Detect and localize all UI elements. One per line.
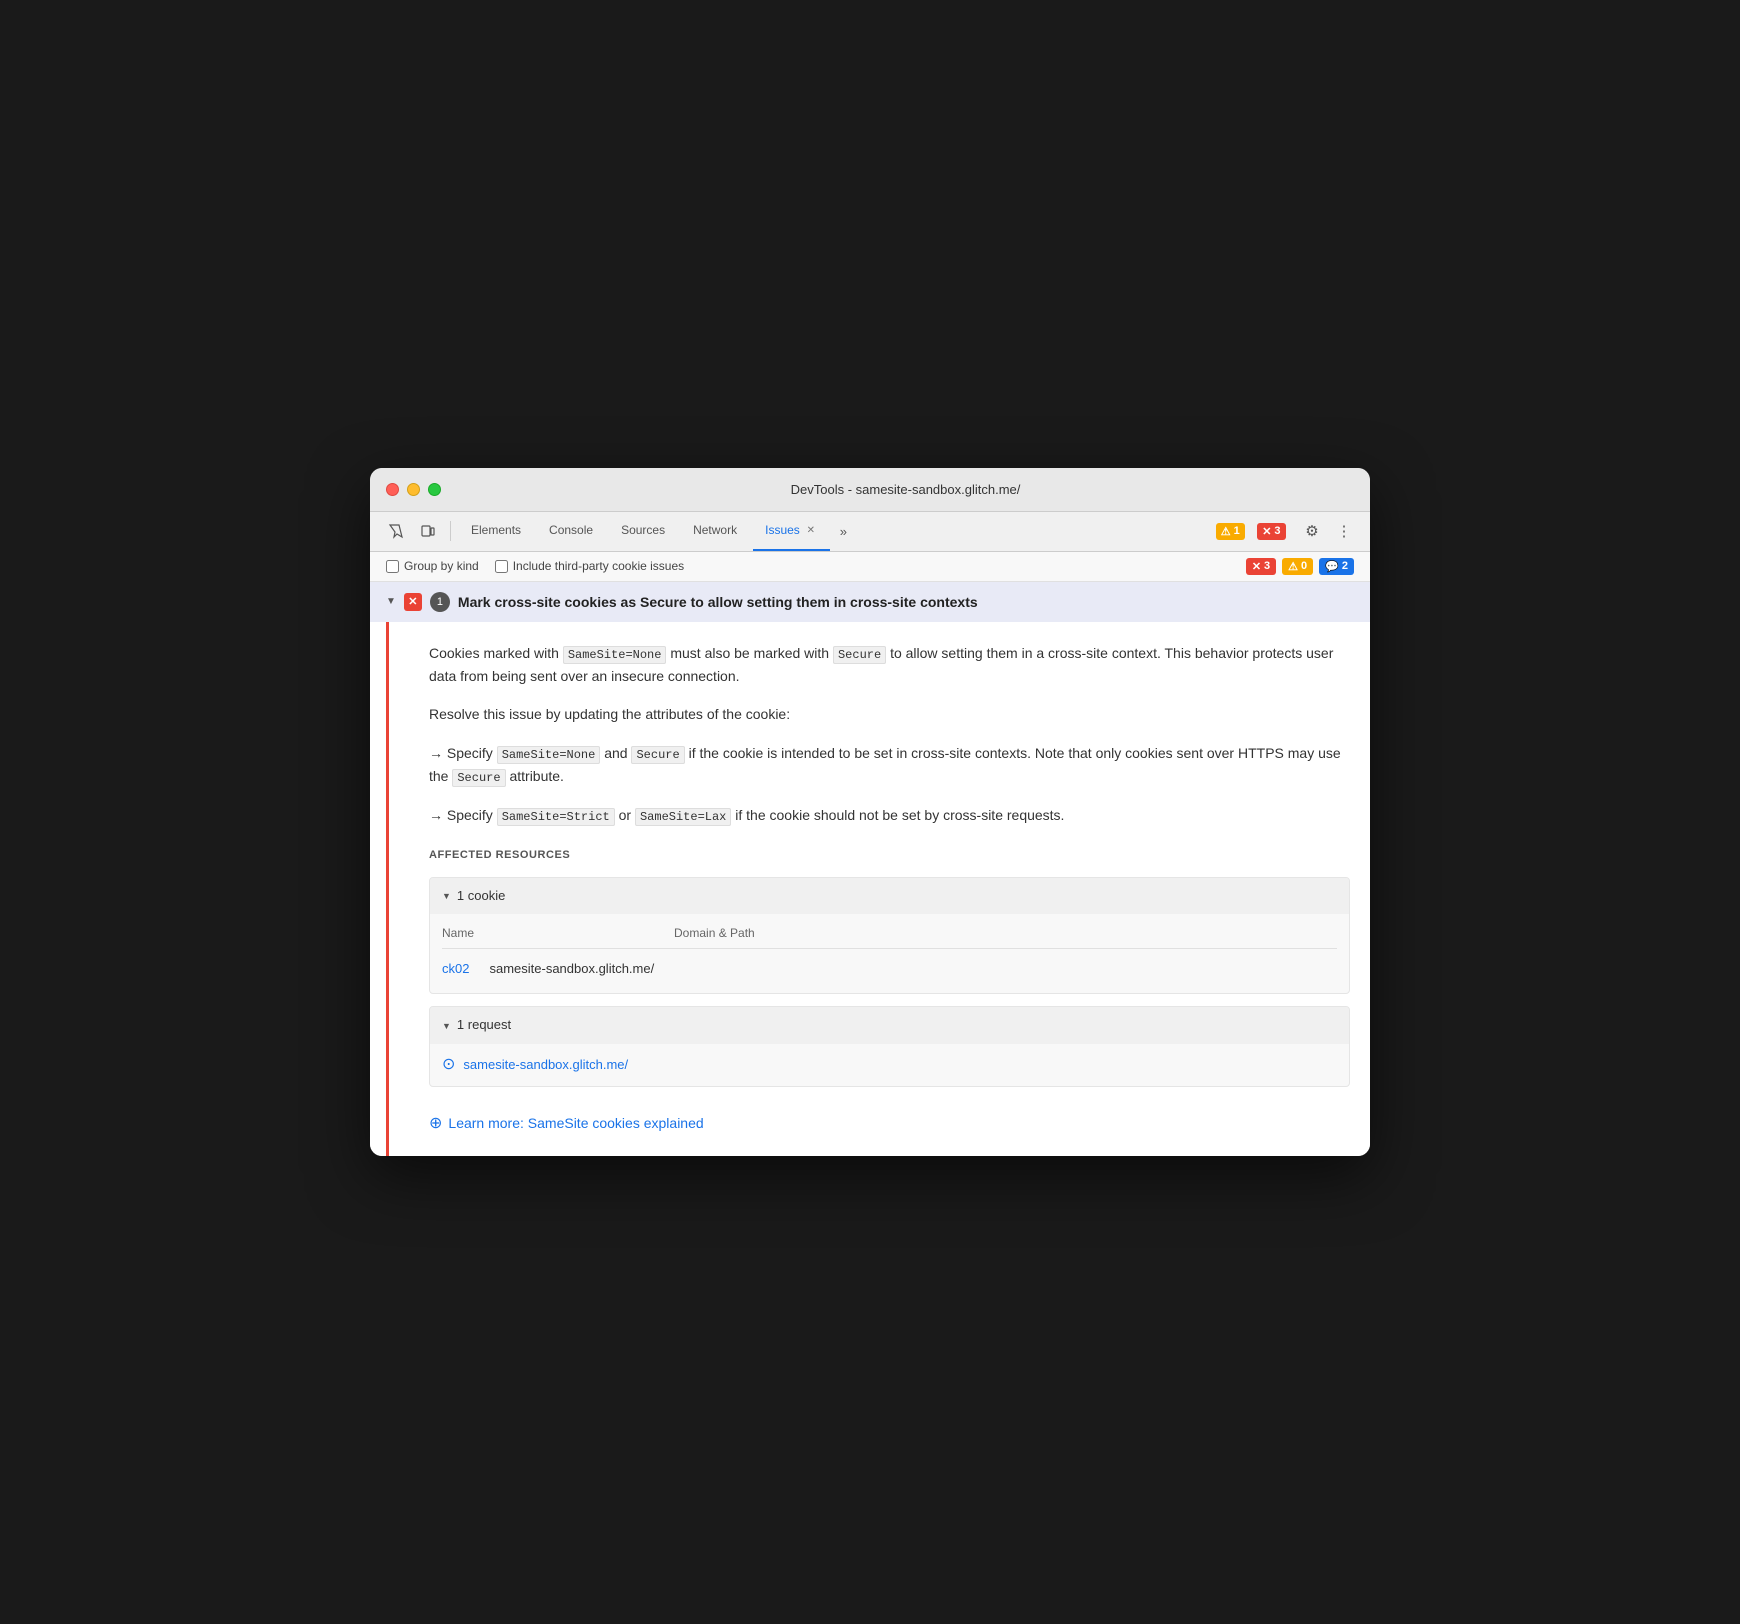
code-secure-1: Secure	[833, 646, 886, 664]
request-expand-arrow: ▼	[442, 1019, 451, 1033]
code-secure-3: Secure	[452, 769, 505, 787]
content-area: ▼ ✕ 1 Mark cross-site cookies as Secure …	[370, 582, 1370, 1157]
issue-expand-arrow: ▼	[386, 596, 396, 607]
affected-resources-label: AFFECTED RESOURCES	[429, 847, 1350, 865]
issue-body: Cookies marked with SameSite=None must a…	[386, 622, 1370, 1157]
minimize-button[interactable]	[407, 483, 420, 496]
info-count-icon: 💬	[1325, 560, 1339, 573]
request-url-link[interactable]: samesite-sandbox.glitch.me/	[463, 1055, 628, 1076]
error-count-badge: ✕ 3	[1246, 558, 1276, 575]
device-toggle-icon[interactable]	[414, 517, 442, 545]
request-row: ⊙ samesite-sandbox.glitch.me/	[430, 1044, 1349, 1086]
traffic-lights	[386, 483, 441, 496]
warning-count-badge: ⚠ 0	[1282, 558, 1313, 575]
request-icon: ⊙	[442, 1052, 455, 1078]
tab-bar: Elements Console Sources Network Issues …	[370, 512, 1370, 552]
tab-close-icon[interactable]: ✕	[804, 523, 818, 537]
cookie-table: Name Domain & Path ck02 samesite-sandbox…	[430, 914, 1349, 993]
error-badge[interactable]: ✕ 3	[1257, 523, 1285, 540]
cookie-expand-arrow: ▼	[442, 889, 451, 903]
issue-section: ▼ ✕ 1 Mark cross-site cookies as Secure …	[370, 582, 1370, 1157]
tab-sources[interactable]: Sources	[609, 511, 677, 551]
warning-icon: ⚠	[1221, 525, 1231, 538]
request-section-header[interactable]: ▼ 1 request	[430, 1007, 1349, 1044]
issue-error-badge: ✕	[404, 593, 422, 611]
learn-more-section: ⊕ Learn more: SameSite cookies explained	[429, 1103, 1350, 1137]
settings-icon[interactable]: ⚙	[1298, 517, 1326, 545]
learn-more-link[interactable]: Learn more: SameSite cookies explained	[448, 1112, 703, 1134]
include-third-party-label[interactable]: Include third-party cookie issues	[495, 559, 684, 573]
code-samesite-none-2: SameSite=None	[497, 746, 601, 764]
more-options-icon[interactable]: ⋮	[1330, 517, 1358, 545]
code-samesite-lax: SameSite=Lax	[635, 808, 731, 826]
warning-count-icon: ⚠	[1288, 560, 1298, 573]
issue-resolve-text: Resolve this issue by updating the attri…	[429, 703, 1350, 725]
title-bar: DevTools - samesite-sandbox.glitch.me/	[370, 468, 1370, 512]
issue-title: Mark cross-site cookies as Secure to all…	[458, 594, 978, 610]
maximize-button[interactable]	[428, 483, 441, 496]
tab-network[interactable]: Network	[681, 511, 749, 551]
devtools-window: DevTools - samesite-sandbox.glitch.me/ E…	[370, 468, 1370, 1157]
issue-count: 1	[430, 592, 450, 612]
cookie-row: ck02 samesite-sandbox.glitch.me/	[442, 955, 1337, 984]
warning-badge[interactable]: ⚠ 1	[1216, 523, 1245, 540]
error-count-icon: ✕	[1252, 560, 1261, 573]
cookie-section-header[interactable]: ▼ 1 cookie	[430, 878, 1349, 915]
group-by-kind-checkbox[interactable]	[386, 560, 399, 573]
group-by-kind-label[interactable]: Group by kind	[386, 559, 479, 573]
tab-elements[interactable]: Elements	[459, 511, 533, 551]
tab-console[interactable]: Console	[537, 511, 605, 551]
cookie-domain: samesite-sandbox.glitch.me/	[489, 959, 654, 980]
issue-header[interactable]: ▼ ✕ 1 Mark cross-site cookies as Secure …	[370, 582, 1370, 622]
cookie-table-header: Name Domain & Path	[442, 920, 1337, 948]
code-samesite-none-1: SameSite=None	[563, 646, 667, 664]
window-title: DevTools - samesite-sandbox.glitch.me/	[457, 482, 1354, 497]
info-count-badge: 💬 2	[1319, 558, 1354, 575]
more-tabs-button[interactable]: »	[834, 524, 853, 539]
issue-description: Cookies marked with SameSite=None must a…	[429, 642, 1350, 688]
issue-point-2: → Specify SameSite=Strict or SameSite=La…	[429, 804, 1350, 827]
inspect-icon[interactable]	[382, 517, 410, 545]
cookie-resource-section: ▼ 1 cookie Name Domain & Path ck02 sames…	[429, 877, 1350, 995]
include-third-party-checkbox[interactable]	[495, 560, 508, 573]
request-resource-section: ▼ 1 request ⊙ samesite-sandbox.glitch.me…	[429, 1006, 1350, 1086]
error-icon: ✕	[1262, 525, 1271, 538]
issue-error-icon: ✕	[408, 595, 417, 608]
affected-resources: AFFECTED RESOURCES ▼ 1 cookie Name Domai…	[429, 847, 1350, 1136]
code-samesite-strict: SameSite=Strict	[497, 808, 615, 826]
learn-more-icon: ⊕	[429, 1111, 442, 1137]
filter-bar: Group by kind Include third-party cookie…	[370, 552, 1370, 582]
issue-point-1: → Specify SameSite=None and Secure if th…	[429, 742, 1350, 788]
toolbar-divider	[450, 521, 451, 541]
issues-counts: ✕ 3 ⚠ 0 💬 2	[1246, 558, 1354, 575]
close-button[interactable]	[386, 483, 399, 496]
cookie-name-link[interactable]: ck02	[442, 959, 469, 980]
tab-issues[interactable]: Issues ✕	[753, 511, 830, 551]
code-secure-2: Secure	[631, 746, 684, 764]
